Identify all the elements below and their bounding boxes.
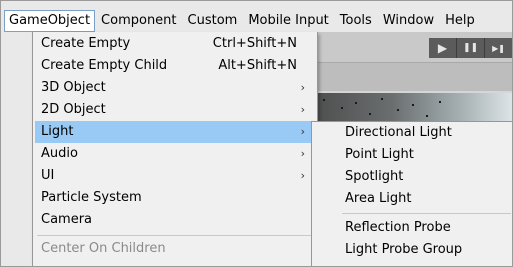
- menu-item-particle-system[interactable]: Particle System: [35, 187, 315, 209]
- submenu-item-directional-light[interactable]: Directional Light: [312, 122, 512, 144]
- submenu-item-label: Directional Light: [345, 125, 452, 140]
- menu-item-create-empty[interactable]: Create Empty Ctrl+Shift+N: [35, 33, 315, 55]
- menu-item-audio[interactable]: Audio ›: [35, 143, 315, 165]
- menu-tools[interactable]: Tools: [335, 10, 377, 32]
- menu-item-label: Light: [41, 124, 74, 139]
- menu-item-label: 2D Object: [41, 102, 106, 117]
- menu-custom[interactable]: Custom: [183, 10, 243, 32]
- menu-item-label: Center On Children: [41, 241, 166, 256]
- editor-tab-strip: [311, 63, 512, 91]
- menu-item-3d-object[interactable]: 3D Object ›: [35, 77, 315, 99]
- menu-gameobject[interactable]: GameObject: [4, 9, 96, 32]
- menu-item-shortcut: Ctrl+Shift+N: [212, 36, 297, 51]
- submenu-item-spotlight[interactable]: Spotlight: [312, 166, 512, 188]
- menu-item-label: 3D Object: [41, 80, 106, 95]
- menu-item-shortcut: Alt+Shift+N: [218, 58, 297, 73]
- menu-mobile-input[interactable]: Mobile Input: [243, 10, 333, 32]
- gameobject-dropdown: Create Empty Ctrl+Shift+N Create Empty C…: [32, 32, 318, 266]
- scene-view[interactable]: [311, 93, 512, 123]
- submenu-item-label: Light Probe Group: [345, 242, 463, 257]
- menu-item-2d-object[interactable]: 2D Object ›: [35, 99, 315, 121]
- chevron-right-icon: ›: [300, 125, 305, 138]
- pause-icon[interactable]: ❚❚: [457, 38, 485, 58]
- play-icon[interactable]: ▶: [429, 38, 457, 58]
- menu-window[interactable]: Window: [378, 10, 439, 32]
- submenu-item-label: Reflection Probe: [345, 220, 451, 235]
- menu-item-center-on-children: Center On Children: [35, 238, 315, 260]
- menu-item-label: UI: [41, 168, 55, 183]
- submenu-item-label: Point Light: [345, 147, 414, 162]
- chevron-right-icon: ›: [300, 147, 305, 160]
- window-frame: ▶ ❚❚ ▶❚ GameObject Component Custom Mobi…: [0, 0, 513, 267]
- menu-item-light[interactable]: Light ›: [35, 121, 315, 143]
- chevron-right-icon: ›: [300, 103, 305, 116]
- chevron-right-icon: ›: [300, 169, 305, 182]
- step-icon[interactable]: ▶❚: [485, 38, 512, 58]
- menu-item-label: Particle System: [41, 190, 142, 205]
- playback-controls: ▶ ❚❚ ▶❚: [429, 38, 512, 58]
- light-submenu: Directional Light Point Light Spotlight …: [311, 121, 512, 266]
- menu-item-ui[interactable]: UI ›: [35, 165, 315, 187]
- submenu-item-reflection-probe[interactable]: Reflection Probe: [312, 217, 512, 239]
- menu-help[interactable]: Help: [440, 10, 480, 32]
- submenu-item-label: Area Light: [345, 191, 412, 206]
- submenu-item-area-light[interactable]: Area Light: [312, 188, 512, 210]
- menu-separator: [37, 235, 313, 236]
- menu-item-label: Create Empty: [41, 36, 131, 51]
- submenu-item-light-probe-group[interactable]: Light Probe Group: [312, 239, 512, 261]
- menu-bar: GameObject Component Custom Mobile Input…: [1, 9, 512, 32]
- menu-component[interactable]: Component: [96, 10, 181, 32]
- chevron-right-icon: ›: [300, 81, 305, 94]
- menu-item-label: Camera: [41, 212, 93, 227]
- submenu-item-label: Spotlight: [345, 169, 404, 184]
- menu-item-label: Create Empty Child: [41, 58, 168, 73]
- submenu-item-point-light[interactable]: Point Light: [312, 144, 512, 166]
- menu-item-label: Audio: [41, 146, 78, 161]
- menu-item-camera[interactable]: Camera: [35, 209, 315, 231]
- submenu-separator: [342, 213, 511, 214]
- menu-item-create-empty-child[interactable]: Create Empty Child Alt+Shift+N: [35, 55, 315, 77]
